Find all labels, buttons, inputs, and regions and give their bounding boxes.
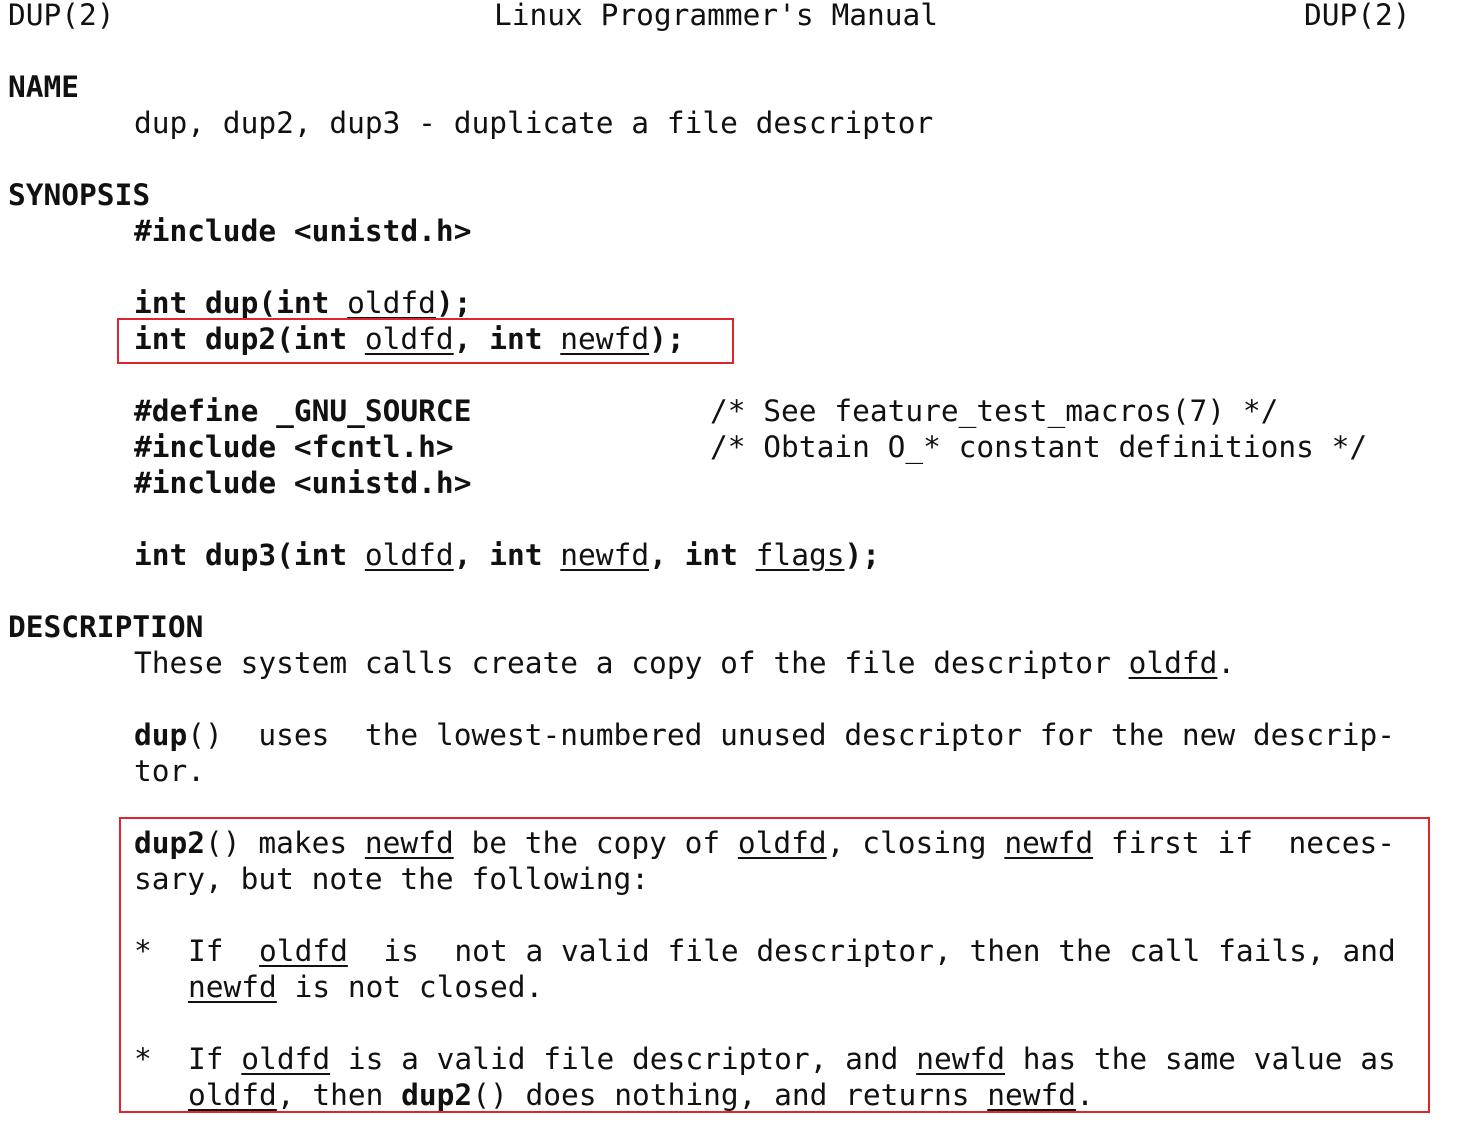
param-oldfd: oldfd — [364, 538, 454, 572]
param-newfd: newfd — [987, 1078, 1077, 1112]
param-flags: flags — [755, 538, 845, 572]
synopsis-define-gnu-source: #define _GNU_SOURCE — [134, 394, 472, 428]
param-oldfd: oldfd — [241, 1042, 331, 1076]
section-heading-description: DESCRIPTION — [8, 610, 204, 644]
synopsis-include-unistd: #include <unistd.h> — [134, 214, 472, 248]
param-oldfd: oldfd — [347, 286, 436, 320]
param-newfd: newfd — [560, 538, 650, 572]
name-description: dup, dup2, dup3 - duplicate a file descr… — [134, 106, 934, 140]
bullet-1-line-2: newfd is not closed. — [188, 970, 544, 1004]
param-oldfd: oldfd — [1128, 646, 1218, 680]
man-header-left: DUP(2) — [8, 0, 115, 32]
section-heading-name: NAME — [8, 70, 80, 104]
description-dup-line-1: dup() uses the lowest-numbered unused de… — [134, 718, 1396, 752]
description-dup2-line-2: sary, but note the following: — [134, 862, 650, 896]
param-newfd: newfd — [188, 970, 277, 1004]
bullet-2-line-1: If oldfd is a valid file descriptor, and… — [188, 1042, 1396, 1076]
param-oldfd: oldfd — [259, 934, 348, 968]
man-header-right: DUP(2) — [1304, 0, 1411, 32]
bullet-1-line-1: If oldfd is not a valid file descriptor,… — [188, 934, 1396, 968]
highlight-box-dup2-prototype — [117, 318, 734, 364]
description-dup-line-2: tor. — [134, 754, 206, 788]
synopsis-fcntl-comment: /* Obtain O_* constant definitions */ — [710, 430, 1368, 464]
bullet-1-star: * — [134, 934, 152, 968]
man-header-title: Linux Programmer's Manual — [494, 0, 939, 32]
bullet-2-line-2: oldfd, then dup2() does nothing, and ret… — [188, 1078, 1094, 1112]
param-newfd: newfd — [916, 1042, 1006, 1076]
synopsis-dup-prototype: int dup(int oldfd); — [134, 286, 472, 320]
synopsis-include-fcntl: #include <fcntl.h> — [134, 430, 454, 464]
synopsis-dup3-prototype: int dup3(int oldfd, int newfd, int flags… — [134, 538, 881, 572]
section-heading-synopsis: SYNOPSIS — [8, 178, 151, 212]
param-newfd: newfd — [364, 826, 454, 860]
param-newfd: newfd — [1004, 826, 1094, 860]
param-oldfd: oldfd — [188, 1078, 277, 1112]
param-oldfd: oldfd — [737, 826, 827, 860]
description-paragraph-1: These system calls create a copy of the … — [134, 646, 1236, 680]
description-dup2-line-1: dup2() makes newfd be the copy of oldfd,… — [134, 826, 1396, 860]
bullet-2-star: * — [134, 1042, 152, 1076]
synopsis-define-comment: /* See feature_test_macros(7) */ — [710, 394, 1279, 428]
synopsis-include-unistd-2: #include <unistd.h> — [134, 466, 472, 500]
